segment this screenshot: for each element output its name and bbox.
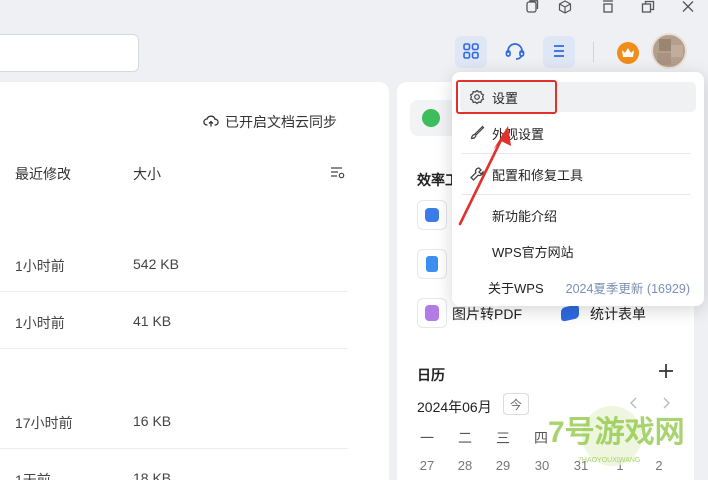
maximize-icon[interactable] — [638, 0, 658, 14]
row-4-size: 18 KB — [133, 470, 172, 480]
row-divider — [0, 291, 348, 292]
apps-grid-button[interactable] — [455, 36, 487, 68]
headset-icon — [505, 42, 525, 63]
calendar-date[interactable]: 27 — [415, 458, 439, 473]
avatar[interactable] — [651, 33, 687, 69]
column-settings-icon[interactable] — [330, 165, 346, 184]
row-4-modified: 1天前 — [15, 472, 51, 480]
cloud-sync-label: 已开启文档云同步 — [225, 114, 337, 130]
crown-icon[interactable] — [617, 42, 639, 64]
svg-text:7HAOYOUXIWANG: 7HAOYOUXIWANG — [578, 457, 640, 464]
menu-icon — [551, 43, 567, 62]
calendar-title: 日历 — [417, 367, 445, 383]
watermark-logo: 7号游戏网 7HAOYOUXIWANG — [520, 396, 708, 480]
weekday-label: 一 — [420, 430, 434, 446]
cloud-sync-status[interactable]: 已开启文档云同步 — [203, 112, 337, 132]
row-3-modified: 17小时前 — [15, 415, 73, 431]
menu-item-about[interactable]: 关于WPS 2024夏季更新 (16929) — [460, 272, 696, 302]
close-icon[interactable] — [678, 0, 698, 14]
menu-item-official-site[interactable]: WPS官方网站 — [460, 236, 696, 266]
column-header-size[interactable]: 大小 — [133, 164, 161, 184]
toolbar-divider — [593, 42, 594, 62]
calendar-date[interactable]: 29 — [491, 458, 515, 473]
cloud-icon — [203, 114, 219, 131]
version-note: 2024夏季更新 (16929) — [565, 281, 690, 296]
add-event-icon[interactable] — [657, 362, 675, 383]
tool-stats-form-label[interactable]: 统计表单 — [590, 304, 646, 324]
row-divider — [0, 448, 348, 449]
weekday-label: 二 — [458, 430, 472, 446]
tool-file-icon[interactable] — [417, 249, 447, 279]
restore-icon[interactable] — [522, 0, 542, 14]
menu-item-label: WPS官方网站 — [492, 244, 574, 260]
calendar-month[interactable]: 2024年06月 — [417, 397, 492, 417]
highlight-box — [456, 80, 557, 114]
row-3-size: 16 KB — [133, 413, 172, 429]
pin-icon[interactable] — [598, 0, 618, 14]
column-header-modified[interactable]: 最近修改 — [15, 164, 71, 184]
svg-text:7号游戏网: 7号游戏网 — [548, 416, 685, 449]
row-2-modified: 1小时前 — [15, 315, 65, 331]
row-1-modified: 1小时前 — [15, 258, 65, 274]
tool-image-icon[interactable] — [417, 200, 447, 230]
tool-image-to-pdf-label[interactable]: 图片转PDF — [452, 304, 522, 324]
weekday-label: 三 — [496, 430, 510, 446]
main-menu-button[interactable] — [543, 36, 575, 68]
image-to-pdf-icon[interactable] — [417, 298, 447, 328]
cube-icon[interactable] — [555, 0, 575, 14]
menu-item-label: 关于WPS — [488, 280, 544, 296]
annotation-arrow — [458, 126, 511, 226]
calendar-date[interactable]: 28 — [453, 458, 477, 473]
row-1-size: 542 KB — [133, 256, 179, 272]
wechat-icon — [422, 109, 440, 127]
search-input[interactable] — [0, 34, 139, 72]
row-divider — [0, 348, 348, 349]
apps-grid-icon — [462, 42, 480, 63]
support-button[interactable] — [499, 36, 531, 68]
row-2-size: 41 KB — [133, 313, 172, 329]
